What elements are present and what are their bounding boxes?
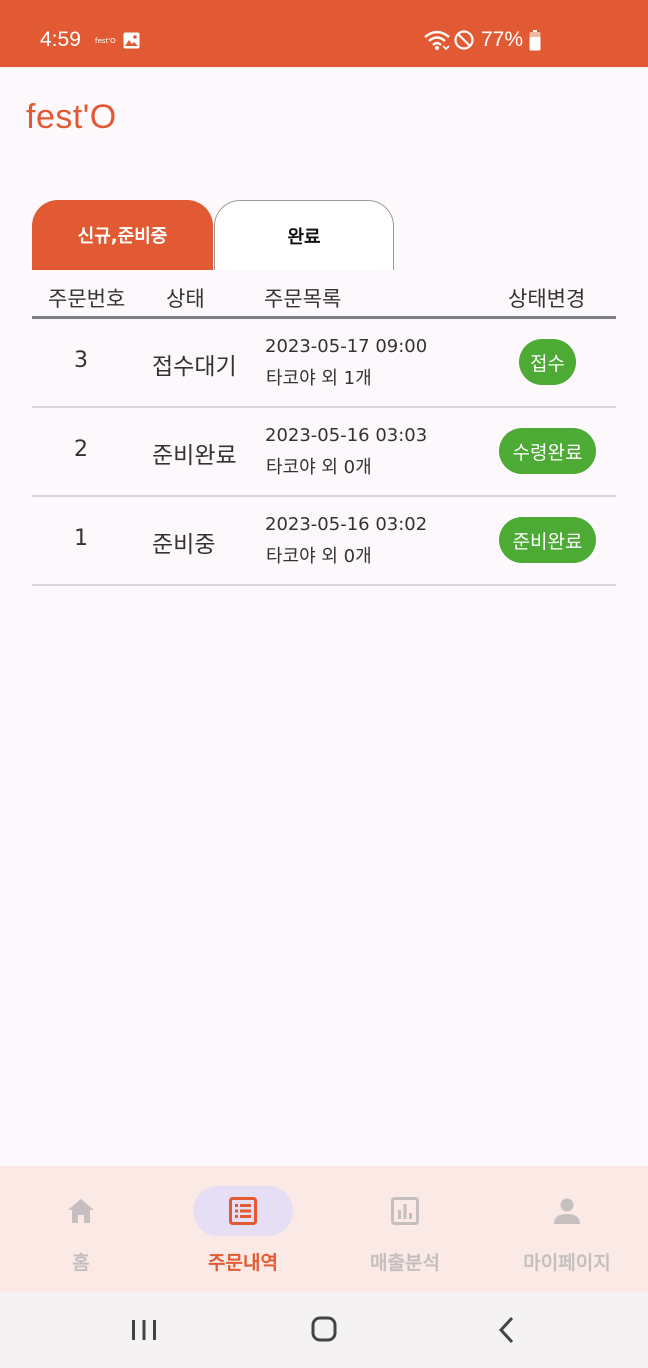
order-status: 준비완료 [152,443,237,469]
do-not-disturb-icon [454,30,474,50]
chart-icon [391,1197,419,1225]
nav-sales-analysis[interactable]: 매출분석 [345,1186,465,1276]
tab-label: 완료 [287,226,321,248]
home-icon [68,1199,94,1223]
nav-order-history[interactable]: 주문내역 [183,1186,303,1276]
bottom-nav: 홈 주문내역 매출분석 마이페이지 [0,1166,648,1292]
nav-label: 주문내역 [208,1252,278,1274]
header-status: 상태 [166,287,205,311]
order-datetime: 2023-05-16 03:02 [265,514,428,535]
battery-icon [529,30,541,51]
order-summary: 타코야 외 1개 [266,368,372,389]
person-icon [554,1198,580,1224]
nav-label: 홈 [72,1252,90,1274]
nav-label: 매출분석 [370,1252,440,1274]
table-row: 1 준비중 2023-05-16 03:02 타코야 외 0개 준비완료 [32,496,616,586]
order-summary: 타코야 외 0개 [266,546,372,567]
back-icon[interactable] [486,1314,526,1346]
status-app-notification: fest'O [95,37,116,45]
table-row: 2 준비완료 2023-05-16 03:03 타코야 외 0개 수령완료 [32,407,616,497]
system-nav-bar [0,1292,648,1368]
order-number: 3 [74,348,88,373]
home-button-icon[interactable] [304,1314,344,1346]
pickup-complete-button[interactable]: 수령완료 [499,428,596,474]
order-number: 1 [74,526,88,551]
order-status: 접수대기 [152,354,237,380]
nav-my-page[interactable]: 마이페이지 [507,1186,627,1276]
recent-apps-icon[interactable] [124,1314,164,1346]
header-order-items: 주문목록 [264,287,342,311]
wifi-icon [424,30,450,51]
table-row: 3 접수대기 2023-05-17 09:00 타코야 외 1개 접수 [32,318,616,408]
order-summary: 타코야 외 0개 [266,457,372,478]
tab-new-preparing[interactable]: 신규,준비중 [32,200,213,270]
order-datetime: 2023-05-17 09:00 [265,336,428,357]
tab-completed[interactable]: 완료 [214,200,394,270]
order-table-header: 주문번호 상태 주문목록 상태변경 [32,280,616,319]
nav-label: 마이페이지 [523,1252,611,1274]
status-bar: 4:59 fest'O 77% [0,0,648,67]
header-order-number: 주문번호 [48,287,126,311]
order-list-icon [229,1197,257,1225]
app-title: fest'O [26,98,117,136]
nav-home[interactable]: 홈 [21,1186,141,1276]
accept-button[interactable]: 접수 [519,339,576,385]
gallery-icon [123,32,140,49]
order-status: 준비중 [152,532,216,558]
order-number: 2 [74,437,88,462]
order-datetime: 2023-05-16 03:03 [265,425,428,446]
tab-label: 신규,준비중 [77,226,168,247]
ready-complete-button[interactable]: 준비완료 [499,517,596,563]
status-time: 4:59 [40,28,81,51]
battery-percentage: 77% [481,28,524,51]
header-status-change: 상태변경 [508,287,586,311]
